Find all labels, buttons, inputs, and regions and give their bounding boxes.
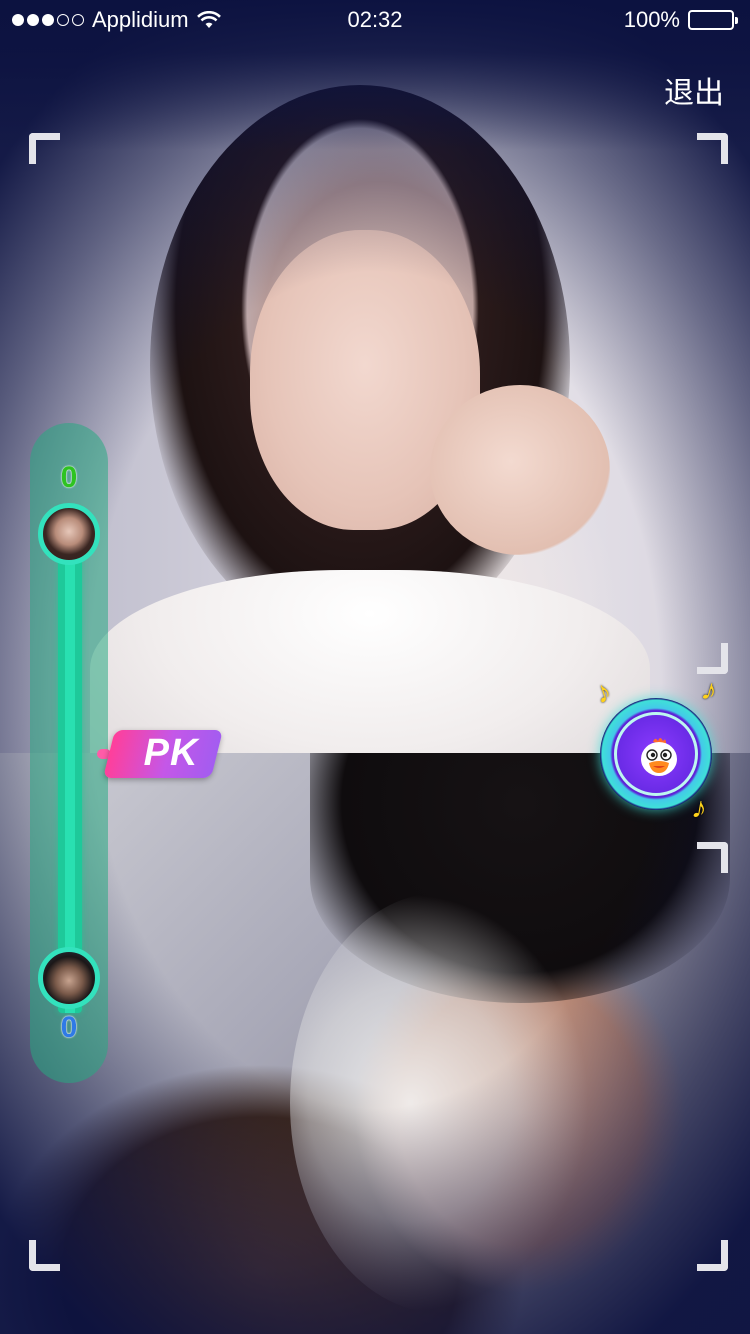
top-player-score: 0 — [60, 461, 78, 494]
pk-badge: PK — [97, 728, 223, 780]
frame-corner-top-right-icon — [697, 842, 728, 873]
music-mascot-button[interactable] — [600, 698, 712, 810]
score-progress-track — [58, 513, 82, 1013]
frame-corner-bottom-right-icon — [697, 1240, 728, 1271]
exit-button[interactable]: 退出 — [664, 68, 724, 112]
bottom-player-avatar[interactable] — [38, 947, 100, 1009]
status-bar: Applidium 02:32 100% — [0, 0, 750, 40]
battery-icon — [688, 10, 738, 30]
pk-badge-label: PK — [143, 732, 199, 774]
top-player-avatar[interactable] — [38, 503, 100, 565]
mascot-icon — [641, 738, 677, 776]
music-button-inner — [614, 712, 698, 796]
bottom-player-score: 0 — [60, 1011, 78, 1044]
battery-percent: 100% — [623, 7, 680, 32]
top-video-sweater — [90, 570, 650, 753]
top-video-feed — [0, 0, 750, 753]
frame-corner-top-left-icon — [29, 133, 60, 164]
status-right: 100% — [623, 0, 738, 40]
bottom-video-feed — [0, 753, 750, 1334]
bottom-video-collar — [290, 893, 590, 1313]
frame-corner-top-right-icon — [697, 133, 728, 164]
frame-corner-bottom-right-icon — [697, 643, 728, 674]
top-video-hand — [430, 385, 610, 555]
frame-corner-bottom-left-icon — [29, 1240, 60, 1271]
